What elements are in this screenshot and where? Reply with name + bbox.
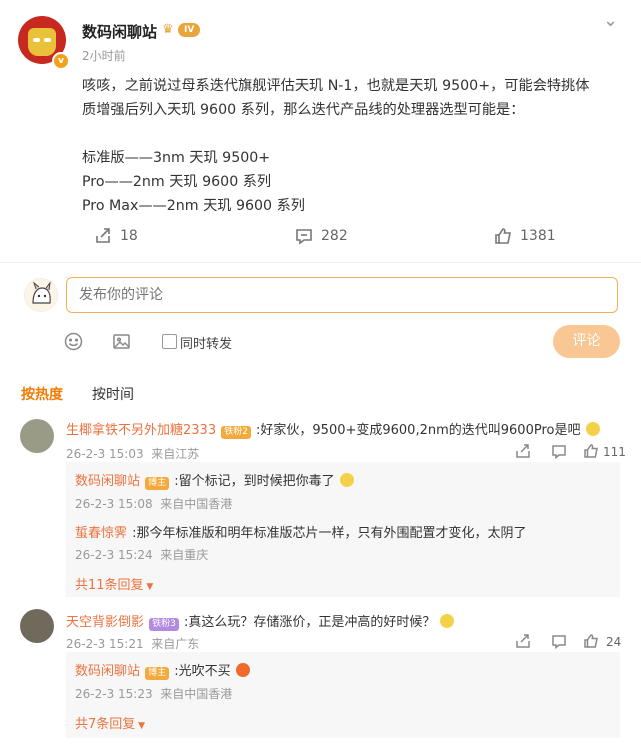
comment-text: :好家伙，9500+变成9600,2nm的迭代叫9600Pro是吧 [256,423,581,438]
cartoon-avatar-icon [32,281,51,304]
repost-icon[interactable] [515,443,531,463]
repost-icon[interactable] [515,633,531,653]
repost-checkbox-label[interactable]: 同时转发 [180,333,232,352]
comment-count: 282 [321,228,348,244]
repost-count: 18 [120,228,138,244]
commenter-name[interactable]: 生椰拿铁不另外加糖2333 [66,423,216,438]
thumb-up-icon[interactable] [583,443,599,463]
chevron-down-icon: ▼ [143,582,154,592]
comment-meta: 26-2-3 15:03 来自江苏 [66,447,200,461]
more-replies-link[interactable]: 共7条回复 ▼ [75,713,145,732]
fan-badge: 铁粉3 [149,618,179,631]
tab-sort-time[interactable]: 按时间 [92,384,134,404]
comment-text: :真这么玩？存储涨价，正是冲高的好时候？ [183,615,436,630]
commenter-avatar[interactable] [20,419,54,453]
more-replies-link[interactable]: 共11条回复 ▼ [75,574,153,593]
like-count: 1381 [520,228,556,244]
emoji-icon[interactable] [64,332,83,355]
comment-input[interactable] [66,277,618,313]
comment-like-count: 111 [603,445,626,459]
comment-icon [296,229,312,245]
thumb-up-icon [495,228,511,244]
fan-badge: 铁粉2 [221,426,251,439]
repost-button[interactable]: 18 [94,227,138,245]
emoji-icon [235,663,250,677]
post-author[interactable]: 数码闲聊站 [82,21,157,42]
repost-icon [96,228,110,243]
image-icon[interactable] [112,332,131,355]
comment-button[interactable]: 282 [295,227,348,245]
like-button[interactable]: 1381 [494,227,556,245]
reply-meta: 26-2-3 15:24 来自重庆 [75,548,209,562]
repost-checkbox[interactable] [162,334,177,349]
reply-author[interactable]: 数码闲聊站 [75,664,140,679]
level-badge: IV [178,23,201,37]
reply-text: :那今年标准版和明年标准版芯片一样，只有外围配置才变化，太阴了 [132,526,527,541]
reply-line: 蜇春惊霁 :那今年标准版和明年标准版芯片一样，只有外围配置才变化，太阴了 [75,522,527,541]
commenter-name[interactable]: 天空背影倒影 [66,615,144,630]
reply-text: :光吹不买 [174,664,231,679]
tab-sort-hot[interactable]: 按热度 [21,384,63,404]
comment-icon[interactable] [551,443,567,463]
comment-line: 生椰拿铁不另外加糖2333 铁粉2 :好家伙，9500+变成9600,2nm的迭… [66,419,600,439]
verified-icon: v [52,52,70,70]
reply-line: 数码闲聊站 博主 :光吹不买 [75,660,250,680]
reply-line: 数码闲聊站 博主 :留个标记，到时候把你毒了 [75,470,354,490]
submit-comment-button[interactable]: 评论 [553,325,620,358]
author-badge: 博主 [145,667,170,680]
more-options-icon[interactable]: ⌄ [603,10,619,31]
reply-author[interactable]: 数码闲聊站 [75,474,140,489]
reply-author[interactable]: 蜇春惊霁 [75,526,127,541]
reply-meta: 26-2-3 15:23 来自中国香港 [75,687,233,701]
divider [0,262,641,263]
commenter-avatar[interactable] [20,609,54,643]
my-avatar[interactable] [24,278,58,312]
thumb-up-icon[interactable] [583,633,599,653]
comment-meta: 26-2-3 15:21 来自广东 [66,637,200,651]
post-body: 咳咳，之前说过母系迭代旗舰评估天玑 N-1，也就是天玑 9500+，可能会特挑体… [82,78,590,214]
crown-icon: ♛ [162,22,174,37]
chevron-down-icon: ▼ [135,721,146,731]
post-time[interactable]: 2小时前 [82,47,126,64]
comment-line: 天空背影倒影 铁粉3 :真这么玩？存储涨价，正是冲高的好时候？ [66,611,455,631]
comment-icon[interactable] [551,633,567,653]
emoji-icon [339,473,354,487]
reply-text: :留个标记，到时候把你毒了 [174,474,335,489]
author-badge: 博主 [145,477,170,490]
reply-meta: 26-2-3 15:08 来自中国香港 [75,497,233,511]
emoji-icon [440,614,455,628]
emoji-icon [585,422,600,436]
comment-like-count: 24 [606,635,622,649]
